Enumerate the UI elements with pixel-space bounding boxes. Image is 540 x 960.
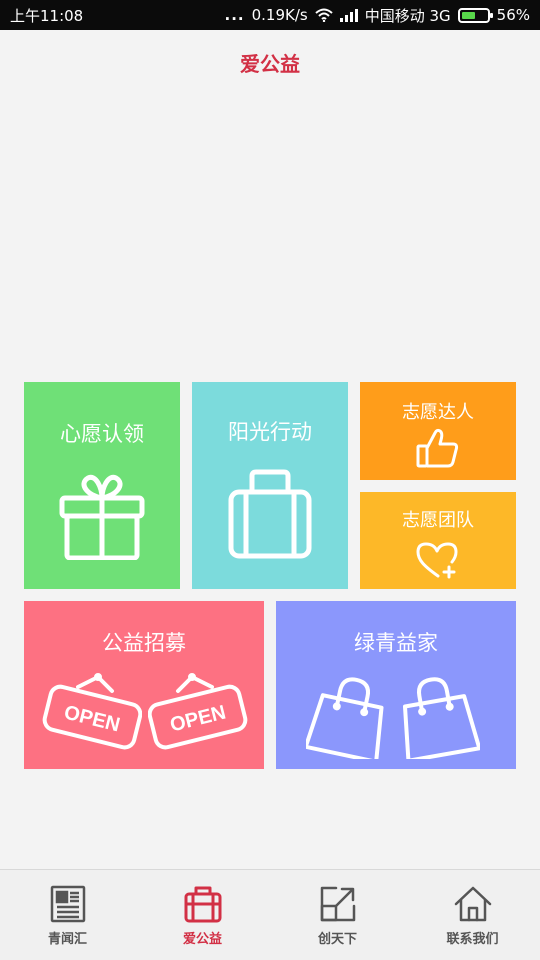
nav-label-charity: 爱公益 — [182, 932, 222, 947]
nav-label-create: 创天下 — [317, 932, 357, 947]
screen: 上午11:08 ... 0.19K/s 中国移动 3G 56% 爱公益 心愿认领… — [0, 0, 540, 960]
status-right: ... 0.19K/s 中国移动 3G 56% — [225, 5, 531, 26]
open-sign-icon: OPEN — [42, 673, 142, 750]
tile-charity-recruit[interactable]: 公益招募 OPEN OPEN — [24, 601, 264, 769]
open-sign-icon: OPEN — [148, 673, 248, 750]
tile-volunteer-expert[interactable]: 志愿达人 — [360, 382, 516, 480]
tile-green-youth-home[interactable]: 绿青益家 — [276, 601, 516, 769]
tile-wish-claim[interactable]: 心愿认领 — [24, 382, 180, 589]
home-icon — [454, 886, 491, 922]
heart-plus-icon — [416, 542, 458, 579]
thumbs-up-icon — [416, 428, 459, 468]
nav-item-charity[interactable]: 爱公益 — [135, 870, 270, 960]
briefcase-icon — [184, 886, 221, 923]
status-bar: 上午11:08 ... 0.19K/s 中国移动 3G 56% — [0, 0, 540, 30]
shopping-bag-icon — [306, 677, 384, 759]
tile-volunteer-expert-label: 志愿达人 — [402, 402, 474, 423]
network-speed: 0.19K/s — [251, 6, 308, 24]
tile-charity-recruit-label: 公益招募 — [102, 631, 186, 655]
page-title: 爱公益 — [240, 51, 300, 76]
nav-label-news: 青闻汇 — [47, 932, 87, 947]
signal-icon — [339, 9, 358, 22]
battery-fill — [461, 11, 476, 19]
carrier-label: 中国移动 3G — [364, 6, 451, 25]
nav-item-news[interactable]: 青闻汇 — [0, 870, 135, 960]
expand-icon — [320, 886, 355, 922]
gift-icon — [59, 474, 145, 560]
tile-wish-claim-label: 心愿认领 — [60, 422, 144, 446]
tile-volunteer-team[interactable]: 志愿团队 — [360, 492, 516, 589]
tile-sunshine-action-label: 阳光行动 — [228, 420, 312, 444]
nav-item-contact[interactable]: 联系我们 — [405, 870, 540, 960]
briefcase-icon — [228, 469, 312, 559]
wifi-icon — [315, 8, 333, 22]
tile-green-youth-home-label: 绿青益家 — [354, 631, 438, 655]
shopping-bag-icon — [402, 677, 480, 759]
tile-volunteer-team-label: 志愿团队 — [402, 510, 474, 531]
nav-item-create[interactable]: 创天下 — [270, 870, 405, 960]
tile-sunshine-action[interactable]: 阳光行动 — [192, 382, 348, 589]
header: 爱公益 — [0, 30, 540, 94]
bottom-nav: 青闻汇 爱公益 创天下 联系我们 — [0, 869, 540, 960]
open-sign-text-left: OPEN — [62, 701, 122, 736]
status-time: 上午11:08 — [10, 6, 84, 25]
open-sign-text-right: OPEN — [168, 701, 228, 736]
battery-icon — [457, 7, 493, 23]
newspaper-icon — [50, 885, 85, 923]
status-dots: ... — [224, 6, 245, 24]
battery-percent: 56% — [496, 6, 530, 24]
nav-label-contact: 联系我们 — [446, 932, 499, 947]
